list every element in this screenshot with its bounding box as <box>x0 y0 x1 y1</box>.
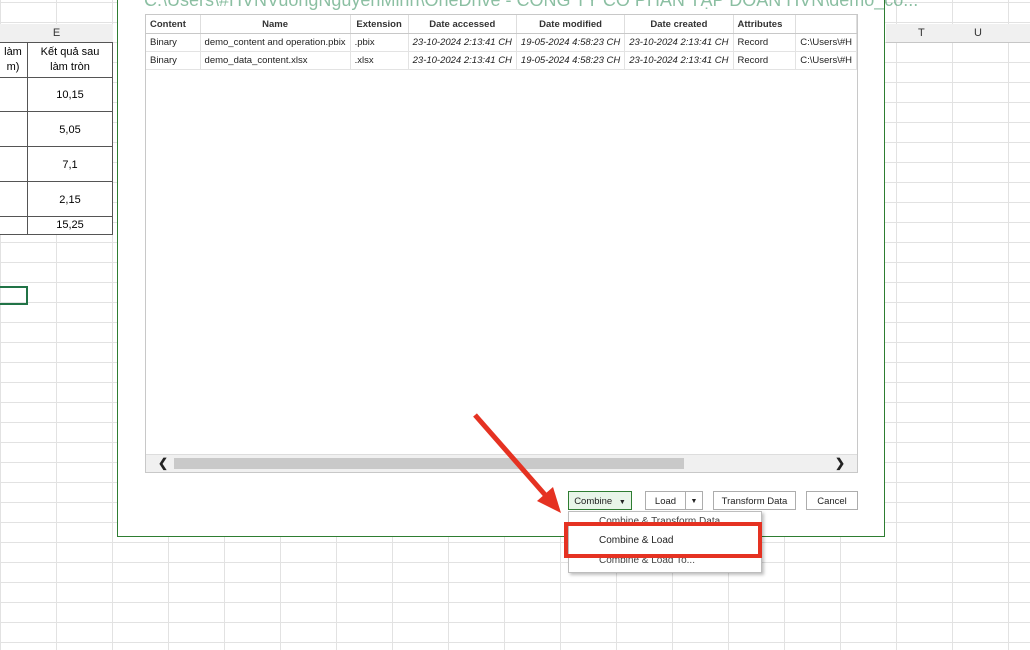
column-label: E <box>52 27 61 39</box>
table-header-d[interactable]: làm m) <box>0 42 28 78</box>
cell[interactable]: Record <box>733 33 797 52</box>
table-cell[interactable]: 7,1 <box>27 146 113 182</box>
col-date-created[interactable]: Date created <box>624 15 734 34</box>
chevron-down-icon: ▼ <box>618 499 626 506</box>
table-cell[interactable] <box>0 181 28 217</box>
header-line: làm <box>4 46 22 58</box>
selected-cell[interactable] <box>0 286 28 305</box>
table-cell[interactable] <box>0 77 28 112</box>
cancel-button[interactable]: Cancel <box>806 491 858 510</box>
cell[interactable]: 19-05-2024 4:58:23 CH <box>516 33 626 52</box>
col-date-modified[interactable]: Date modified <box>516 15 626 34</box>
column-label-u: U <box>974 27 982 39</box>
cell[interactable]: 19-05-2024 4:58:23 CH <box>516 51 626 70</box>
folder-path: C:\Users\#HVNVuongNguyenMinh\OneDrive - … <box>144 0 919 10</box>
col-date-accessed[interactable]: Date accessed <box>408 15 517 34</box>
cell[interactable]: C:\Users\#H <box>795 51 857 70</box>
cell[interactable]: 23-10-2024 2:13:41 CH <box>408 33 517 52</box>
scroll-thumb[interactable] <box>174 458 684 469</box>
cell[interactable]: C:\Users\#H <box>795 33 857 52</box>
cell[interactable]: 23-10-2024 2:13:41 CH <box>624 51 734 70</box>
cell[interactable]: demo_data_content.xlsx <box>200 51 351 70</box>
table-cell[interactable]: 10,15 <box>27 77 113 112</box>
header-line: Kết quả sau <box>40 46 100 58</box>
cell[interactable]: 23-10-2024 2:13:41 CH <box>624 33 734 52</box>
combine-button[interactable]: Combine ▼ <box>568 491 632 510</box>
header-line: m) <box>6 61 20 73</box>
highlight-box <box>564 522 762 558</box>
cell[interactable]: 23-10-2024 2:13:41 CH <box>408 51 517 70</box>
transform-data-button[interactable]: Transform Data <box>713 491 796 510</box>
col-name[interactable]: Name <box>200 15 351 34</box>
table-row[interactable]: Binary demo_data_content.xlsx .xlsx 23-1… <box>146 51 857 70</box>
col-folder-path[interactable] <box>795 15 857 34</box>
cell[interactable]: demo_content and operation.pbix <box>200 33 351 52</box>
annotation-arrow-icon <box>473 413 561 513</box>
table-cell[interactable] <box>0 216 28 235</box>
header-line: làm tròn <box>50 61 90 73</box>
scroll-right-icon[interactable]: ❯ <box>835 456 845 470</box>
table-cell[interactable]: 5,05 <box>27 111 113 147</box>
column-label-t: T <box>918 27 925 39</box>
table-header-e[interactable]: Kết quả sau làm tròn <box>27 42 113 78</box>
scroll-left-icon[interactable]: ❮ <box>158 456 168 470</box>
chevron-down-icon: ▼ <box>690 498 698 505</box>
table-row[interactable]: Binary demo_content and operation.pbix .… <box>146 33 857 52</box>
combine-label: Combine <box>574 496 613 507</box>
col-content[interactable]: Content <box>146 15 201 34</box>
col-extension[interactable]: Extension <box>350 15 409 34</box>
cell[interactable]: Binary <box>146 51 201 70</box>
load-button[interactable]: Load <box>645 491 686 510</box>
cell[interactable]: .xlsx <box>350 51 409 70</box>
col-attributes[interactable]: Attributes <box>733 15 797 34</box>
cell[interactable]: Binary <box>146 33 201 52</box>
cell[interactable]: Record <box>733 51 797 70</box>
table-cell[interactable]: 2,15 <box>27 181 113 217</box>
load-dropdown-button[interactable]: ▼ <box>685 491 703 510</box>
column-header-e[interactable]: E <box>0 24 113 43</box>
cell[interactable]: .pbix <box>350 33 409 52</box>
table-cell-total[interactable]: 15,25 <box>27 216 113 235</box>
table-cell[interactable] <box>0 146 28 182</box>
table-cell[interactable] <box>0 111 28 147</box>
column-headers-tu[interactable]: T U <box>886 24 1030 43</box>
